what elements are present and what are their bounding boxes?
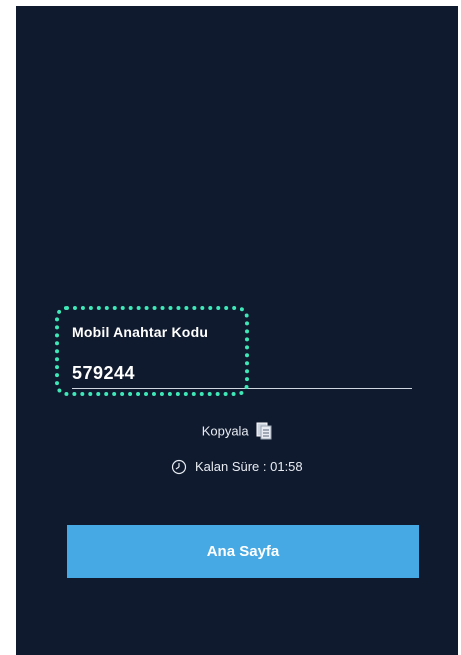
remaining-time: Kalan Süre : 01:58	[16, 458, 458, 475]
app-screen: Mobil Anahtar Kodu Kopyala Kalan Süre : …	[16, 6, 458, 655]
home-page-button[interactable]: Ana Sayfa	[67, 525, 419, 578]
mobile-key-code-label: Mobil Anahtar Kodu	[72, 324, 209, 340]
remaining-time-label: Kalan Süre : 01:58	[194, 459, 303, 475]
field-underline	[72, 388, 412, 389]
mobile-key-code-field[interactable]	[72, 363, 372, 384]
copy-icon[interactable]	[256, 422, 272, 440]
copy-action[interactable]: Kopyala	[16, 422, 458, 440]
clock-icon	[172, 459, 187, 474]
copy-label: Kopyala	[201, 423, 249, 439]
